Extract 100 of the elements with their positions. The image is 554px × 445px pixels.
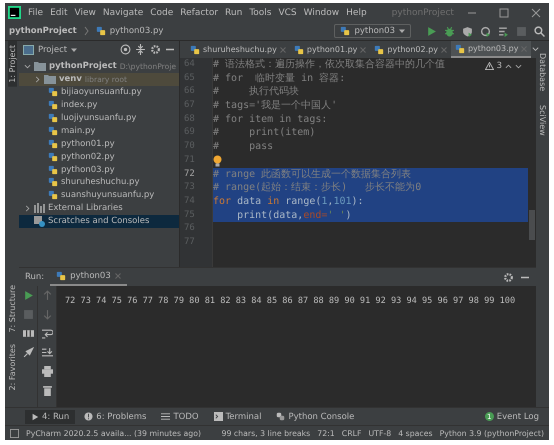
menu-item[interactable]: VCS bbox=[278, 8, 297, 18]
tool-window-tab[interactable]: TODO bbox=[155, 410, 205, 424]
window-icon[interactable] bbox=[10, 428, 19, 438]
tree-item[interactable]: python03.py bbox=[61, 164, 115, 175]
tool-window-tab[interactable]: 1: Project bbox=[8, 41, 16, 87]
tree-item[interactable]: suanshuyunsuanfu.py bbox=[61, 190, 154, 200]
python-file-icon bbox=[190, 44, 200, 54]
scratches-icon bbox=[34, 216, 45, 227]
tree-item[interactable]: pythonProject bbox=[49, 61, 117, 72]
python-logo-icon bbox=[56, 271, 66, 281]
menu-item[interactable]: Edit bbox=[50, 8, 68, 18]
tree-item[interactable]: python01.py bbox=[61, 138, 115, 149]
trash-icon[interactable] bbox=[42, 385, 52, 396]
tree-item[interactable]: luojiyunsuanfu.py bbox=[61, 113, 136, 123]
soft-wrap-icon[interactable] bbox=[42, 328, 52, 339]
caret-icon[interactable] bbox=[71, 46, 78, 52]
python-file-icon bbox=[96, 26, 106, 36]
breadcrumb-item[interactable]: pythonProject bbox=[9, 26, 77, 36]
tool-window-tab[interactable]: 4: Run bbox=[25, 410, 76, 424]
lightbulb-icon[interactable] bbox=[213, 154, 222, 167]
tool-window-tab[interactable]: 2: Favorites bbox=[8, 340, 16, 395]
list-icon bbox=[161, 412, 170, 421]
chevron-right-icon[interactable] bbox=[34, 76, 41, 83]
tree-row[interactable]: External Libraries bbox=[19, 202, 179, 215]
print-icon[interactable] bbox=[42, 366, 52, 377]
editor-tab[interactable]: python01.py bbox=[290, 41, 370, 58]
line-number: 72 bbox=[183, 168, 196, 180]
menu-item[interactable]: Run bbox=[225, 8, 242, 18]
run-icon[interactable] bbox=[22, 290, 34, 301]
code-line: print(data,end=' ') bbox=[236, 208, 352, 222]
scrollbar-thumb[interactable] bbox=[529, 210, 535, 240]
pin-icon[interactable] bbox=[22, 347, 34, 358]
list-run-icon[interactable] bbox=[498, 26, 509, 36]
editor-tab[interactable]: python03.py bbox=[450, 41, 532, 58]
breadcrumb-item[interactable]: python03.py bbox=[110, 26, 164, 36]
code-line: # 语法格式：遍历操作，依次取集合容器中的几个值 bbox=[213, 58, 446, 72]
tool-window-tab[interactable]: SciView bbox=[538, 105, 547, 136]
python-file-icon bbox=[454, 44, 465, 54]
tree-item[interactable]: shuruheshuchu.py bbox=[61, 177, 140, 188]
maximize-icon[interactable] bbox=[499, 8, 509, 18]
warning-icon[interactable] bbox=[484, 62, 494, 70]
tool-window-tab[interactable]: Python Console bbox=[270, 410, 360, 424]
panel-title[interactable]: Project bbox=[38, 44, 68, 54]
tool-window-tab[interactable]: Terminal bbox=[208, 410, 268, 424]
menu-item[interactable]: Navigate bbox=[102, 8, 144, 18]
warning-count[interactable]: 3 bbox=[496, 61, 502, 71]
menu-item[interactable]: Code bbox=[150, 8, 174, 18]
python-file-icon bbox=[294, 44, 304, 54]
target-icon[interactable] bbox=[120, 44, 131, 55]
tree-row[interactable]: Scratches and Consoles bbox=[19, 214, 179, 228]
collapse-icon[interactable] bbox=[135, 44, 146, 55]
scroll-to-end-icon[interactable] bbox=[42, 347, 52, 358]
chevron-right-icon[interactable] bbox=[24, 204, 31, 212]
code-line: # for 临时变量 in 容器: bbox=[213, 72, 346, 86]
library-icon bbox=[34, 203, 45, 214]
bug-icon[interactable] bbox=[444, 26, 455, 36]
editor-tab[interactable]: python02.py bbox=[370, 41, 451, 58]
run-icon[interactable] bbox=[426, 26, 437, 36]
python-file-icon bbox=[48, 138, 58, 149]
app-logo-icon bbox=[8, 6, 21, 19]
profiler-icon[interactable] bbox=[480, 26, 491, 36]
python-file-icon bbox=[48, 152, 58, 162]
run-label: Run: bbox=[25, 272, 44, 282]
tool-window-tab[interactable]: 7: Structure bbox=[8, 280, 16, 336]
settings-icon[interactable] bbox=[503, 272, 514, 282]
code-line: # for item in tags: bbox=[213, 112, 328, 126]
menu-item[interactable]: Help bbox=[346, 8, 367, 18]
terminal-icon bbox=[214, 412, 223, 421]
python-file-icon bbox=[48, 126, 58, 136]
tree-item[interactable]: main.py bbox=[61, 126, 96, 136]
code-line: # 执行代码块 bbox=[213, 85, 300, 100]
chevron-up-icon[interactable] bbox=[505, 62, 512, 70]
code-line: # range(起始：结束：步长) 步长不能为0 bbox=[213, 181, 422, 195]
menu-item[interactable]: Tools bbox=[249, 8, 272, 18]
close-icon[interactable] bbox=[531, 8, 541, 18]
menu-item[interactable]: Refactor bbox=[180, 8, 218, 18]
menu-item[interactable]: Window bbox=[304, 8, 340, 18]
tree-item[interactable]: bijiaoyunsuanfu.py bbox=[61, 87, 142, 98]
chevron-down-icon[interactable] bbox=[515, 62, 522, 70]
python-file-icon bbox=[48, 113, 58, 123]
layout-icon[interactable] bbox=[22, 328, 34, 339]
editor-tab[interactable]: shuruheshuchu.py bbox=[186, 41, 290, 58]
menu-item[interactable]: View bbox=[74, 8, 96, 18]
search-icon[interactable] bbox=[534, 26, 545, 36]
run-config-dropdown[interactable]: python03 bbox=[334, 24, 411, 38]
console-output: 72 73 74 75 76 77 78 79 80 81 82 83 84 85 86 87 88 89 90 91 92 93 94 95 96 97 98 99 100 bbox=[65, 296, 516, 306]
tool-window-tab[interactable]: Database bbox=[538, 53, 547, 92]
menu-item[interactable]: File bbox=[28, 8, 44, 18]
shield-run-icon[interactable] bbox=[462, 26, 473, 36]
python-file-icon bbox=[48, 190, 58, 200]
python-file-icon bbox=[48, 177, 58, 188]
tool-window-tab[interactable]: 6: Problems bbox=[78, 410, 152, 424]
settings-icon[interactable] bbox=[150, 44, 161, 55]
chevron-down-icon[interactable] bbox=[24, 62, 31, 70]
tree-item[interactable]: index.py bbox=[61, 100, 98, 110]
tree-item[interactable]: venv bbox=[59, 74, 82, 84]
panel-icon bbox=[23, 44, 34, 54]
tree-item[interactable]: python02.py bbox=[61, 152, 115, 162]
code-line: # tags='我是一个中国人' bbox=[213, 99, 338, 113]
code-line: # range 此函数可以生成一个数据集合列表 bbox=[213, 168, 412, 182]
